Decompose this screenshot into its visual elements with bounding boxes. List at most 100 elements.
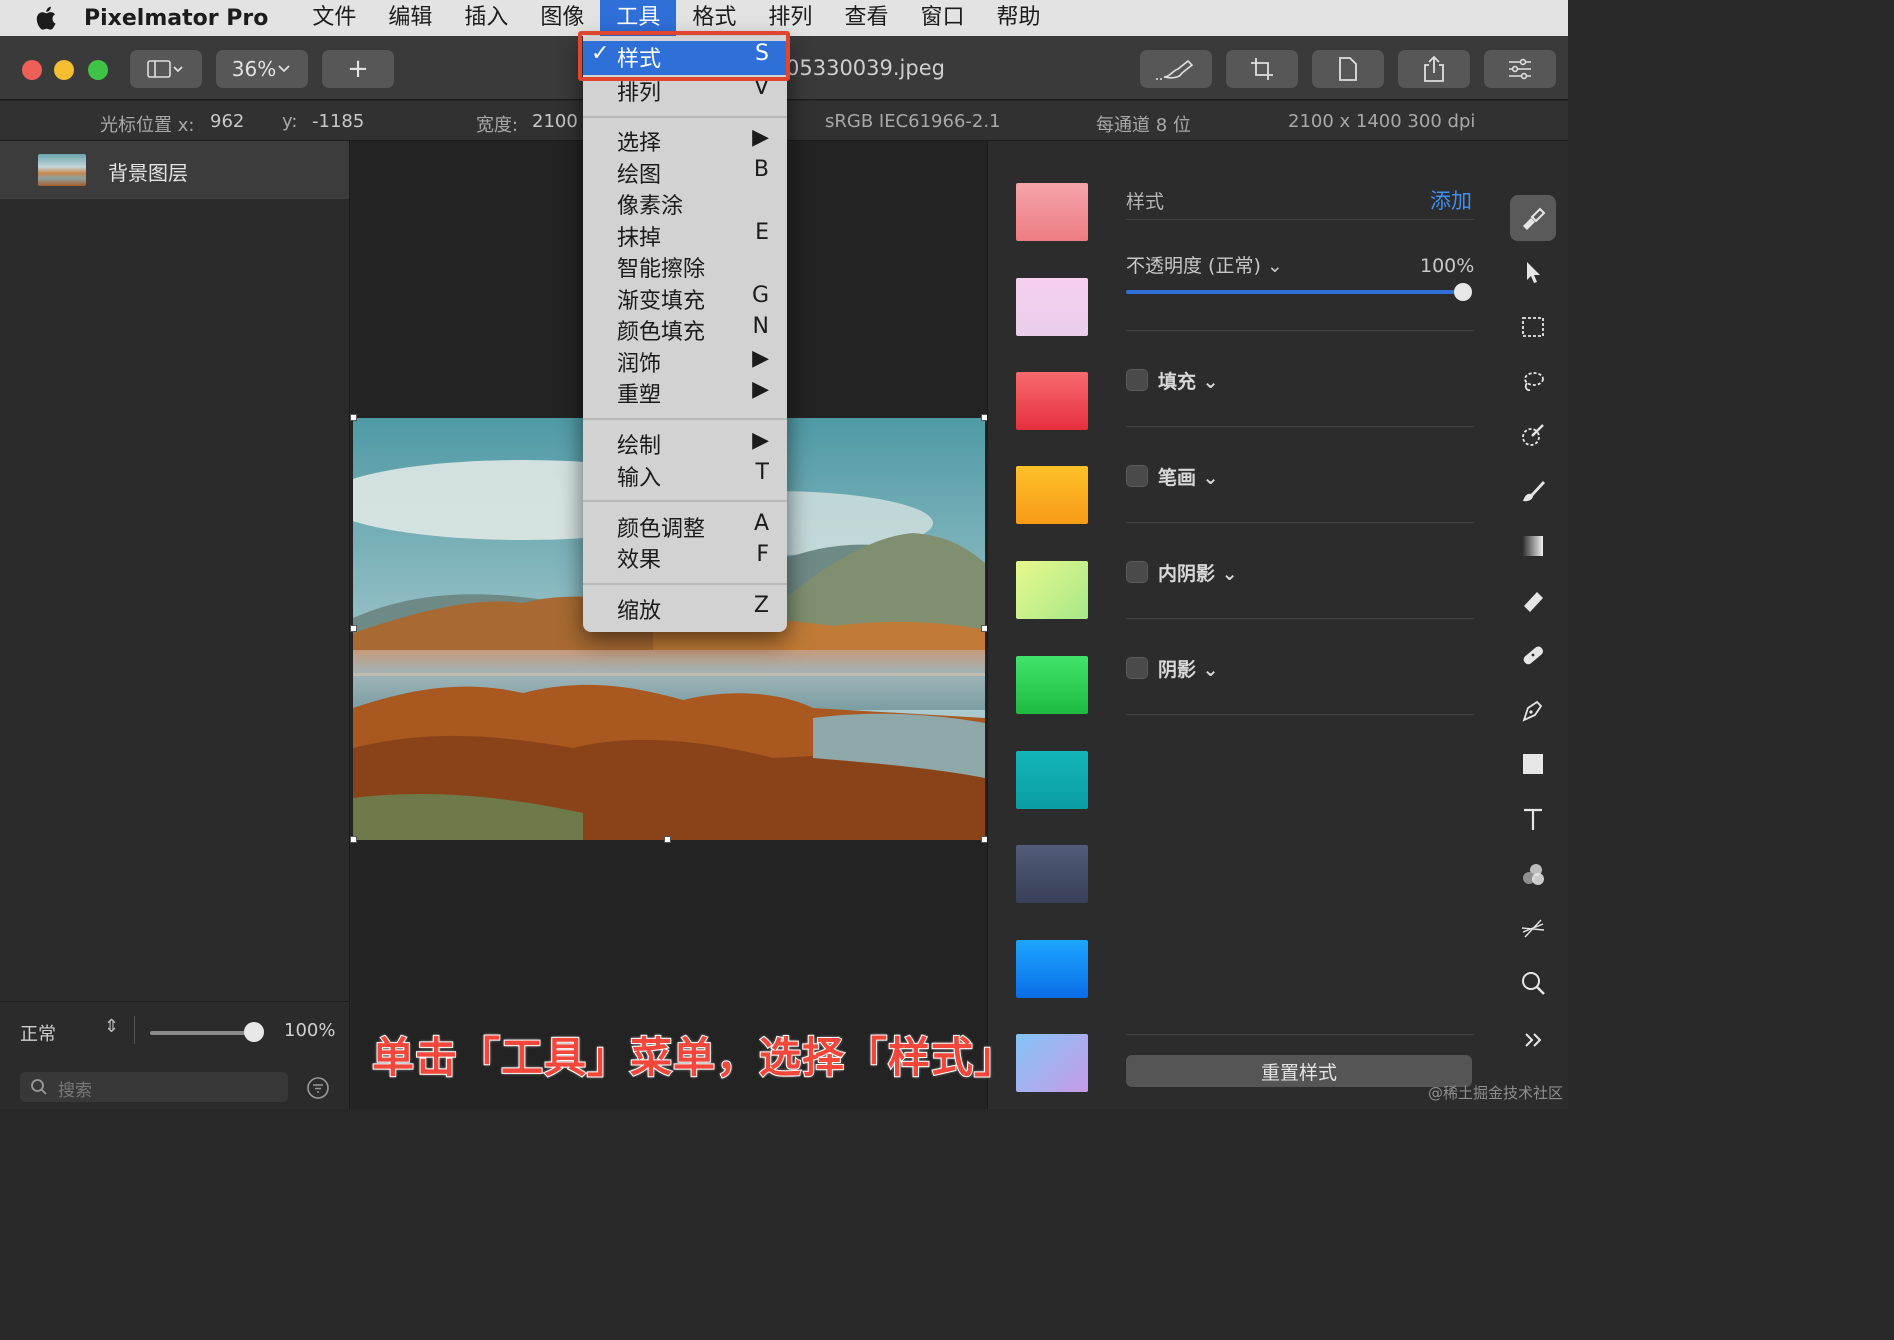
opacity-slider-knob[interactable]: [1454, 283, 1472, 301]
opacity-slider[interactable]: [1126, 290, 1462, 294]
menu-edit[interactable]: 编辑: [372, 0, 448, 36]
style-swatch[interactable]: [1016, 561, 1088, 619]
style-swatch[interactable]: [1016, 466, 1088, 524]
stroke-checkbox[interactable]: [1126, 465, 1148, 487]
add-style-button[interactable]: 添加: [1430, 185, 1472, 215]
menu-item-paint[interactable]: 绘制 ▶: [583, 428, 787, 460]
menu-item-smart-erase[interactable]: 智能擦除: [583, 251, 787, 283]
fill-label[interactable]: 填充 ⌄: [1158, 367, 1219, 394]
divider: [1126, 330, 1474, 331]
menu-item-reshape[interactable]: 重塑 ▶: [583, 377, 787, 409]
apple-logo-icon[interactable]: [32, 3, 62, 33]
menu-item-type[interactable]: 输入 T: [583, 460, 787, 492]
menu-view[interactable]: 查看: [828, 0, 904, 36]
style-swatch[interactable]: [1016, 278, 1088, 336]
more-tools-button[interactable]: [1510, 1017, 1556, 1063]
lasso-tool-button[interactable]: [1510, 359, 1556, 405]
more-icon: [1525, 1033, 1542, 1047]
app-menu[interactable]: Pixelmator Pro: [84, 6, 268, 31]
zoom-tool-button[interactable]: [1510, 960, 1556, 1006]
color-adjust-tool-button[interactable]: [1510, 851, 1556, 897]
menu-item-pixel-paint[interactable]: 像素涂: [583, 188, 787, 220]
crop-button[interactable]: [1226, 50, 1298, 88]
quick-select-icon: [1522, 424, 1544, 446]
menu-item-retouch[interactable]: 润饰 ▶: [583, 346, 787, 378]
up-down-chevron-icon[interactable]: ⇕: [104, 1016, 119, 1037]
type-tool-button[interactable]: [1510, 796, 1556, 842]
style-swatch[interactable]: [1016, 372, 1088, 430]
share-icon: [1424, 55, 1444, 82]
selection-handle[interactable]: [350, 414, 357, 421]
arrange-tool-button[interactable]: [1510, 249, 1556, 295]
selection-handle[interactable]: [664, 836, 671, 843]
menu-item-label: 抹掉: [617, 226, 662, 251]
sidebar-toggle-button[interactable]: [130, 50, 202, 88]
inner-shadow-label[interactable]: 内阴影 ⌄: [1158, 559, 1238, 586]
layer-opacity-knob[interactable]: [244, 1022, 264, 1042]
zoom-window-button[interactable]: [88, 60, 108, 80]
close-window-button[interactable]: [22, 60, 42, 80]
tools-menu: ✓ 样式 S 排列 V 选择 ▶ 绘图 B 像素涂 抹掉 E 智能擦除 渐变填充…: [583, 36, 787, 632]
styles-panel: 样式 添加 不透明度 (正常) ⌄ 100% 填充 ⌄ 笔画 ⌄ 内阴影 ⌄ 阴…: [987, 141, 1497, 1109]
menu-item-erase[interactable]: 抹掉 E: [583, 220, 787, 252]
menu-item-shortcut: B: [753, 157, 769, 182]
adjust-panel-button[interactable]: [1484, 50, 1556, 88]
highlight-box: [578, 31, 790, 81]
add-button[interactable]: +: [322, 50, 394, 88]
layer-opacity-slider[interactable]: [150, 1031, 256, 1035]
retouch-tool-button[interactable]: [1510, 632, 1556, 678]
menu-file[interactable]: 文件: [296, 0, 372, 36]
menu-item-draw[interactable]: 绘图 B: [583, 157, 787, 189]
layer-row[interactable]: 背景图层: [0, 141, 349, 199]
document-button[interactable]: [1312, 50, 1384, 88]
menu-item-shortcut: E: [755, 220, 769, 245]
menu-item-shortcut: N: [752, 314, 769, 339]
opacity-mode-dropdown[interactable]: 不透明度 (正常) ⌄: [1126, 251, 1283, 278]
share-button[interactable]: [1398, 50, 1470, 88]
filter-icon[interactable]: [306, 1076, 330, 1100]
style-swatch[interactable]: [1016, 940, 1088, 998]
menu-item-shortcut: F: [756, 542, 769, 567]
paint-tool-button[interactable]: [1510, 468, 1556, 514]
document-icon: [1339, 57, 1357, 81]
select-tool-button[interactable]: [1510, 304, 1556, 350]
style-brush-button[interactable]: [1140, 50, 1212, 88]
style-tool-button[interactable]: [1510, 195, 1556, 241]
menu-window[interactable]: 窗口: [904, 0, 980, 36]
effects-tool-button[interactable]: [1510, 905, 1556, 951]
layer-search-input[interactable]: 搜索: [20, 1072, 288, 1102]
shadow-label[interactable]: 阴影 ⌄: [1158, 655, 1219, 682]
submenu-arrow-icon: ▶: [752, 125, 769, 150]
menu-item-gradient-fill[interactable]: 渐变填充 G: [583, 283, 787, 315]
menu-insert[interactable]: 插入: [448, 0, 524, 36]
fill-checkbox[interactable]: [1126, 369, 1148, 391]
style-swatch[interactable]: [1016, 845, 1088, 903]
eraser-icon: [1524, 592, 1543, 612]
selection-handle[interactable]: [350, 625, 357, 632]
style-swatch[interactable]: [1016, 183, 1088, 241]
menu-item-zoom[interactable]: 缩放 Z: [583, 593, 787, 625]
pen-tool-button[interactable]: [1510, 687, 1556, 733]
minimize-window-button[interactable]: [54, 60, 74, 80]
style-swatch[interactable]: [1016, 1034, 1088, 1092]
menu-item-color-adjustments[interactable]: 颜色调整 A: [583, 511, 787, 543]
shape-tool-button[interactable]: [1510, 741, 1556, 787]
selection-handle[interactable]: [350, 836, 357, 843]
reset-style-button[interactable]: 重置样式: [1126, 1055, 1472, 1087]
eraser-tool-button[interactable]: [1510, 577, 1556, 623]
sliders-icon: [1509, 58, 1531, 80]
gradient-tool-button[interactable]: [1510, 523, 1556, 569]
style-swatch[interactable]: [1016, 656, 1088, 714]
menu-item-color-fill[interactable]: 颜色填充 N: [583, 314, 787, 346]
zoom-dropdown[interactable]: 36%: [216, 50, 308, 88]
style-swatch[interactable]: [1016, 751, 1088, 809]
menu-help[interactable]: 帮助: [980, 0, 1056, 36]
quick-select-tool-button[interactable]: [1510, 413, 1556, 459]
inner-shadow-checkbox[interactable]: [1126, 561, 1148, 583]
menu-item-select[interactable]: 选择 ▶: [583, 125, 787, 157]
menu-item-label: 渐变填充: [617, 289, 706, 314]
menu-item-effects[interactable]: 效果 F: [583, 542, 787, 574]
stroke-label[interactable]: 笔画 ⌄: [1158, 463, 1219, 490]
blend-mode-select[interactable]: 正常: [20, 1020, 56, 1046]
shadow-checkbox[interactable]: [1126, 657, 1148, 679]
